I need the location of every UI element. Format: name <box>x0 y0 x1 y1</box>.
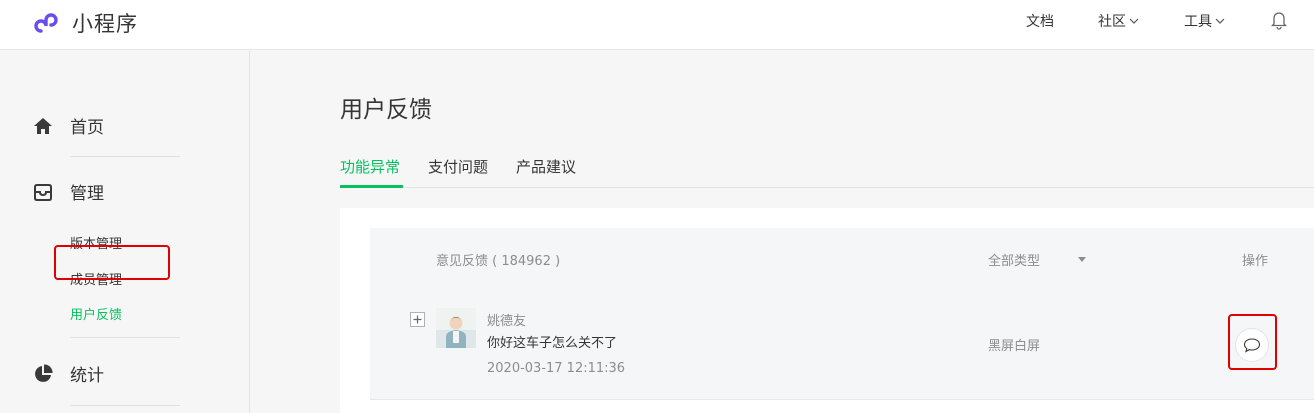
page-title: 用户反馈 <box>340 97 432 123</box>
feedback-card: 意见反馈 ( 184962 ) 全部类型 操作 姚德友 你好这车子怎么关不了 2… <box>340 208 1314 413</box>
pie-chart-icon <box>35 363 53 382</box>
feedback-type: 黑屏白屏 <box>988 339 1041 354</box>
table-row: 姚德友 你好这车子怎么关不了 2020-03-17 12:11:36 黑屏白屏 <box>370 288 1314 400</box>
brand-name: 小程序 <box>72 12 138 36</box>
nav-docs[interactable]: 文档 <box>1026 11 1054 31</box>
header-actions: 操作 <box>1242 254 1269 269</box>
top-bar: 小程序 文档 社区 工具 <box>0 0 1314 50</box>
chevron-down-icon <box>1129 18 1139 24</box>
feedback-comment: 你好这车子怎么关不了 <box>487 336 618 351</box>
sidebar-item-stats[interactable]: 统计 <box>32 361 104 386</box>
sidebar-item-home[interactable]: 首页 <box>32 113 104 138</box>
nav-tools-label: 工具 <box>1184 14 1212 30</box>
nav-docs-label: 文档 <box>1026 14 1054 30</box>
inbox-icon <box>34 183 52 201</box>
expand-row-button[interactable] <box>410 312 425 327</box>
plus-icon <box>413 315 422 324</box>
bell-icon <box>1270 12 1288 30</box>
sidebar-divider <box>70 405 180 406</box>
annotation-highlight-box <box>1228 314 1277 370</box>
sidebar-item-user-feedback[interactable]: 用户反馈 <box>70 304 122 323</box>
notifications-button[interactable] <box>1270 10 1288 30</box>
active-tab-indicator <box>340 185 403 188</box>
sidebar-item-manage[interactable]: 管理 <box>32 179 104 204</box>
feedback-time: 2020-03-17 12:11:36 <box>487 361 626 376</box>
chevron-down-icon <box>1215 18 1225 24</box>
nav-community[interactable]: 社区 <box>1098 11 1139 31</box>
sidebar-item-label: 统计 <box>70 366 104 386</box>
miniprogram-logo-icon <box>34 13 58 33</box>
tab-bar: 功能异常 支付问题 产品建议 <box>340 148 1314 188</box>
sidebar-item-label: 首页 <box>70 118 104 138</box>
annotation-highlight-box <box>54 245 170 280</box>
type-filter-dropdown[interactable]: 全部类型 <box>988 250 1040 269</box>
sidebar-divider <box>70 337 180 338</box>
sidebar: 首页 管理 版本管理 成员管理 用户反馈 统计 <box>0 51 250 413</box>
nav-tools[interactable]: 工具 <box>1184 11 1225 31</box>
table-header: 意见反馈 ( 184962 ) 全部类型 操作 <box>370 228 1314 288</box>
avatar <box>436 308 476 348</box>
brand[interactable]: 小程序 <box>32 7 138 39</box>
caret-down-icon[interactable] <box>1078 257 1086 262</box>
tab-payment-issue[interactable]: 支付问题 <box>428 156 488 177</box>
sidebar-divider <box>70 156 180 157</box>
home-icon <box>34 117 52 134</box>
header-feedback: 意见反馈 ( 184962 ) <box>436 254 561 269</box>
tab-function-error[interactable]: 功能异常 <box>340 156 400 177</box>
tab-product-suggestion[interactable]: 产品建议 <box>516 156 576 177</box>
user-name: 姚德友 <box>487 314 527 329</box>
nav-community-label: 社区 <box>1098 14 1126 30</box>
sidebar-item-label: 管理 <box>70 184 104 204</box>
